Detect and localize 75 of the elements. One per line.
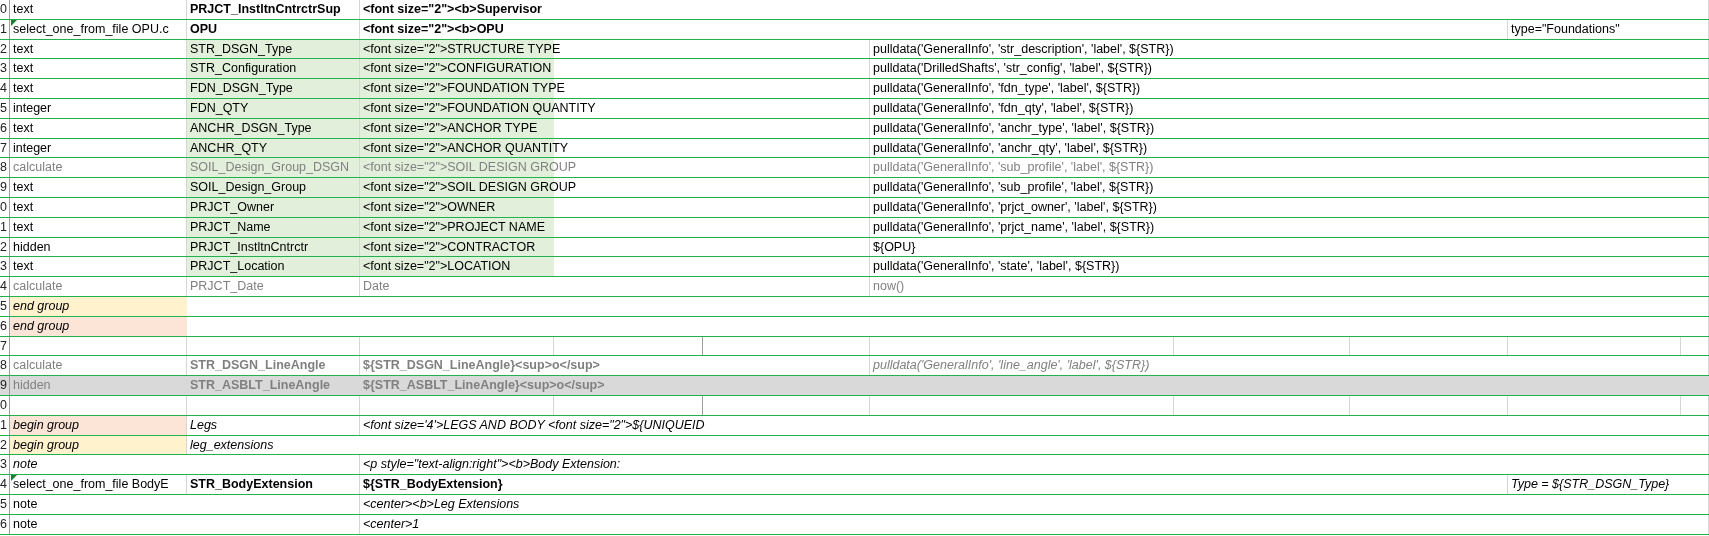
table-cell: PRJCT_InstltnCntrctrSup	[187, 0, 360, 19]
table-cell: ${STR_DSGN_LineAngle}<sup>o</sup>	[360, 356, 870, 376]
error-indicator-icon	[11, 19, 17, 26]
table-cell: FDN_DSGN_Type	[187, 79, 360, 98]
table-cell: pulldata('GeneralInfo', 'fdn_qty', 'label', ${STR})	[870, 99, 1709, 118]
table-cell: <font size="2"><b>OPU	[360, 19, 1508, 39]
row-number: 8	[0, 356, 10, 376]
row-number: 8	[0, 158, 10, 178]
row-number: 3	[0, 455, 10, 475]
row-number: 6	[0, 514, 10, 534]
row-number: 3	[0, 257, 10, 277]
row-number: 0	[0, 197, 10, 217]
table-cell: <font size='4'>LEGS AND BODY <font size="2">${UNIQUEID	[360, 415, 1709, 435]
row-number: 0	[0, 0, 10, 19]
row-number: 9	[0, 178, 10, 197]
table-cell: note	[10, 494, 360, 514]
table-cell: <center><b>Leg Extensions	[360, 494, 1709, 514]
table-cell: pulldata('GeneralInfo', 'line_angle', 'label', ${STR})	[870, 356, 1709, 376]
table-cell: note	[10, 455, 360, 475]
table-cell: ${OPU}	[870, 237, 1709, 257]
table-cell: <font size="2">FOUNDATION TYPE	[360, 79, 870, 98]
table-cell: now()	[870, 277, 1709, 296]
table-cell: leg_extensions	[187, 435, 1709, 455]
table-cell: note	[10, 514, 360, 534]
row-number: 1	[0, 217, 10, 237]
table-cell: pulldata('GeneralInfo', 'str_description', 'label', ${STR})	[870, 39, 1709, 59]
table-cell: PRJCT_Location	[187, 257, 360, 277]
table-cell: calculate	[10, 356, 187, 376]
table-cell: <font size="2">CONFIGURATION	[360, 59, 870, 79]
table-cell: type="Foundations"	[1508, 19, 1709, 39]
table-cell: <font size="2">LOCATION	[360, 257, 870, 277]
table-cell: pulldata('GeneralInfo', 'prjct_owner', 'label', ${STR})	[870, 197, 1709, 217]
table-cell: <p style="text-align:right"><b>Body Extension:	[360, 455, 1709, 475]
row-number: 9	[0, 376, 10, 395]
row-number: 2	[0, 39, 10, 59]
row-number: 2	[0, 237, 10, 257]
table-cell: SOIL_Design_Group_DSGN	[187, 158, 360, 178]
table-cell: OPU	[187, 19, 360, 39]
table-cell: pulldata('GeneralInfo', 'sub_profile', 'label', ${STR})	[870, 158, 1709, 178]
table-cell: Type = ${STR_DSGN_Type}	[1508, 475, 1709, 494]
table-cell: <font size="2"><b>Supervisor	[360, 0, 1709, 19]
table-cell: ${STR_BodyExtension}	[360, 475, 1508, 494]
row-number: 7	[0, 336, 10, 356]
table-cell: SOIL_Design_Group	[187, 178, 360, 197]
table-cell: <center>1	[360, 514, 1709, 534]
row-number: 1	[0, 19, 10, 39]
table-cell: pulldata('GeneralInfo', 'anchr_qty', 'label', ${STR})	[870, 138, 1709, 158]
table-cell: pulldata('GeneralInfo', 'anchr_type', 'label', ${STR})	[870, 118, 1709, 138]
table-cell: calculate	[10, 277, 187, 296]
row-number: 7	[0, 138, 10, 158]
row-number: 3	[0, 59, 10, 79]
table-cell: pulldata('GeneralInfo', 'prjct_name', 'label', ${STR})	[870, 217, 1709, 237]
row-number: 6	[0, 118, 10, 138]
row-number: 4	[0, 475, 10, 494]
table-cell: Legs	[187, 415, 360, 435]
table-cell: PRJCT_Date	[187, 277, 360, 296]
table-cell: STR_BodyExtension	[187, 475, 360, 494]
row-number: 4	[0, 277, 10, 296]
table-cell: <font size="2">SOIL DESIGN GROUP	[360, 158, 870, 178]
row-number: 0	[0, 395, 10, 415]
table-cell: Date	[360, 277, 870, 296]
table-cell: STR_DSGN_LineAngle	[187, 356, 360, 376]
table-cell: pulldata('GeneralInfo', 'sub_profile', 'label', ${STR})	[870, 178, 1709, 197]
row-number: 5	[0, 494, 10, 514]
table-cell: STR_Configuration	[187, 59, 360, 79]
table-cell: pulldata('DrilledShafts', 'str_config', 'label', ${STR})	[870, 59, 1709, 79]
table-cell: pulldata('GeneralInfo', 'fdn_type', 'label', ${STR})	[870, 79, 1709, 98]
table-cell: pulldata('GeneralInfo', 'state', 'label', ${STR})	[870, 257, 1709, 277]
table-cell-text: STR_ASBLT_LineAngle	[189, 377, 332, 395]
table-cell: <font size="2">SOIL DESIGN GROUP	[360, 178, 870, 197]
table-cell-text: ${STR_ASBLT_LineAngle}<sup>o</sup>	[362, 377, 606, 395]
table-cell: text	[10, 0, 187, 19]
table-cell-text: hidden	[12, 377, 52, 395]
row-number: 5	[0, 99, 10, 118]
row-number: 4	[0, 79, 10, 98]
